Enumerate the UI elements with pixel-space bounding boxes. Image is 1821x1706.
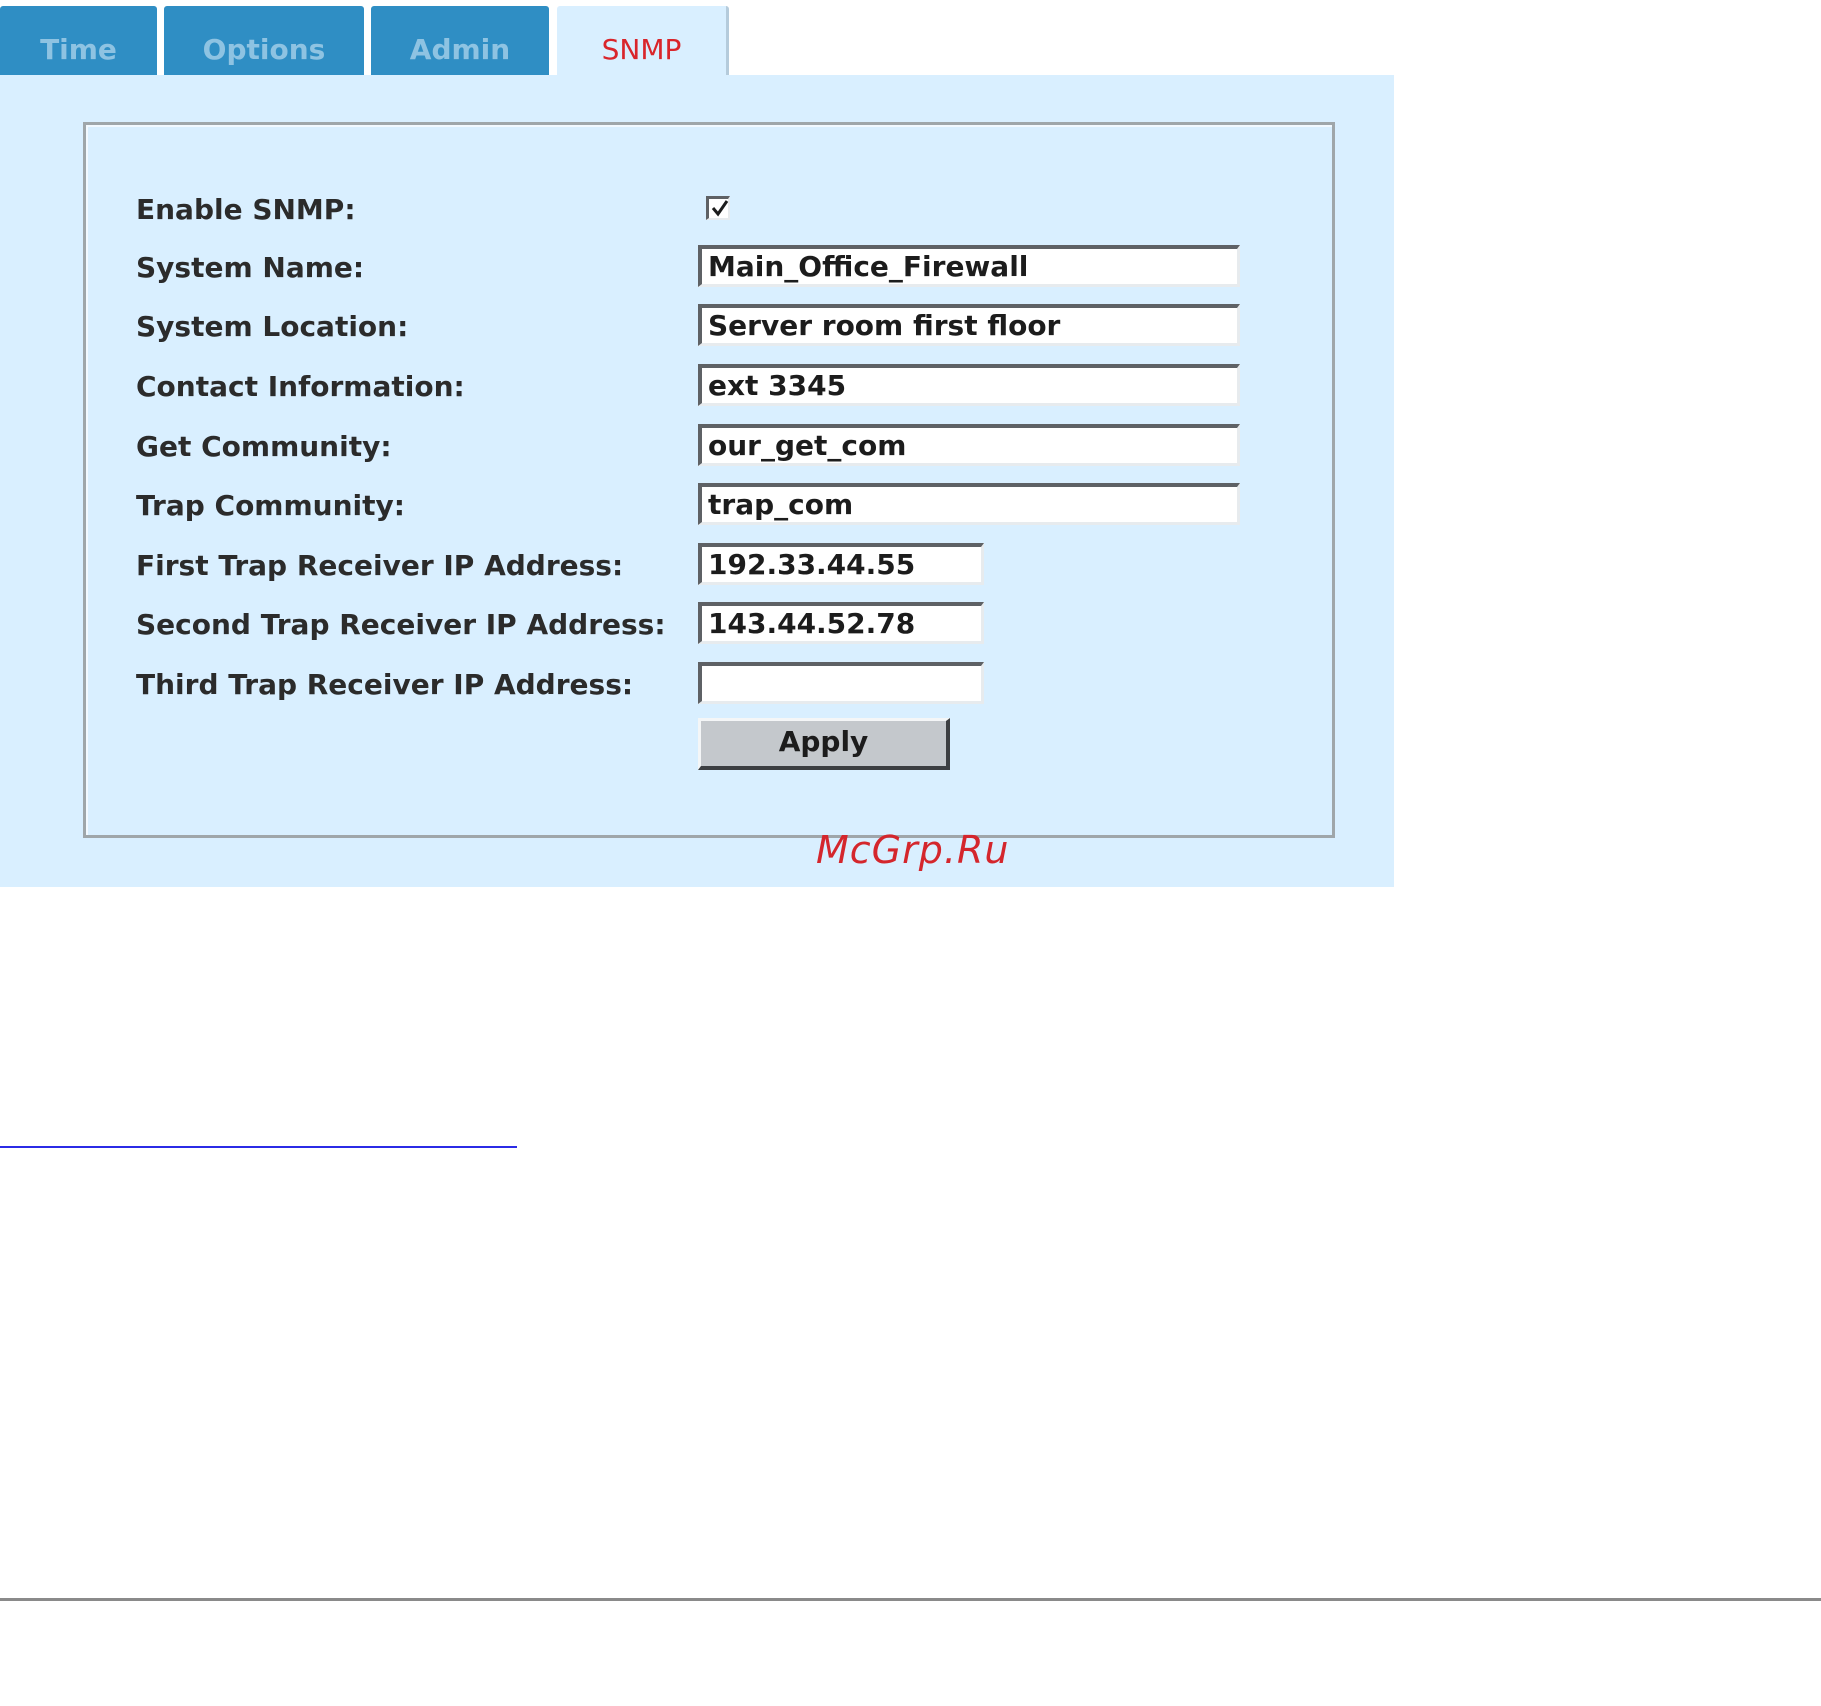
tab-admin-label: Admin <box>409 33 511 66</box>
enable-snmp-checkbox[interactable] <box>706 196 730 220</box>
system-name-input[interactable] <box>698 245 1240 287</box>
contact-information-label: Contact Information: <box>136 370 465 403</box>
apply-button[interactable]: Apply <box>698 718 950 770</box>
tab-admin[interactable]: Admin <box>371 6 549 75</box>
third-trap-receiver-input[interactable] <box>698 662 984 704</box>
get-community-label: Get Community: <box>136 430 392 463</box>
tab-options-label: Options <box>202 33 326 66</box>
first-trap-receiver-input[interactable] <box>698 543 984 585</box>
third-trap-receiver-label: Third Trap Receiver IP Address: <box>136 668 634 701</box>
first-trap-receiver-label: First Trap Receiver IP Address: <box>136 549 624 582</box>
watermark-text: McGrp.Ru <box>816 828 1010 872</box>
system-location-input[interactable] <box>698 304 1240 346</box>
second-trap-receiver-label: Second Trap Receiver IP Address: <box>136 608 666 641</box>
tab-time-label: Time <box>40 33 117 66</box>
tab-snmp[interactable]: SNMP <box>557 6 729 75</box>
second-trap-receiver-input[interactable] <box>698 602 984 644</box>
tab-time[interactable]: Time <box>0 6 157 75</box>
trap-community-label: Trap Community: <box>136 489 405 522</box>
get-community-input[interactable] <box>698 424 1240 466</box>
link-underline[interactable] <box>0 1146 517 1148</box>
trap-community-input[interactable] <box>698 483 1240 525</box>
contact-information-input[interactable] <box>698 364 1240 406</box>
system-location-label: System Location: <box>136 310 409 343</box>
system-name-label: System Name: <box>136 251 365 284</box>
snmp-panel: Enable SNMP: System Name: System Locatio… <box>0 75 1394 887</box>
enable-snmp-label: Enable SNMP: <box>136 193 356 226</box>
tab-options[interactable]: Options <box>164 6 364 75</box>
horizontal-rule <box>0 1598 1821 1601</box>
checkmark-icon <box>711 200 729 217</box>
tab-snmp-label: SNMP <box>601 33 682 66</box>
